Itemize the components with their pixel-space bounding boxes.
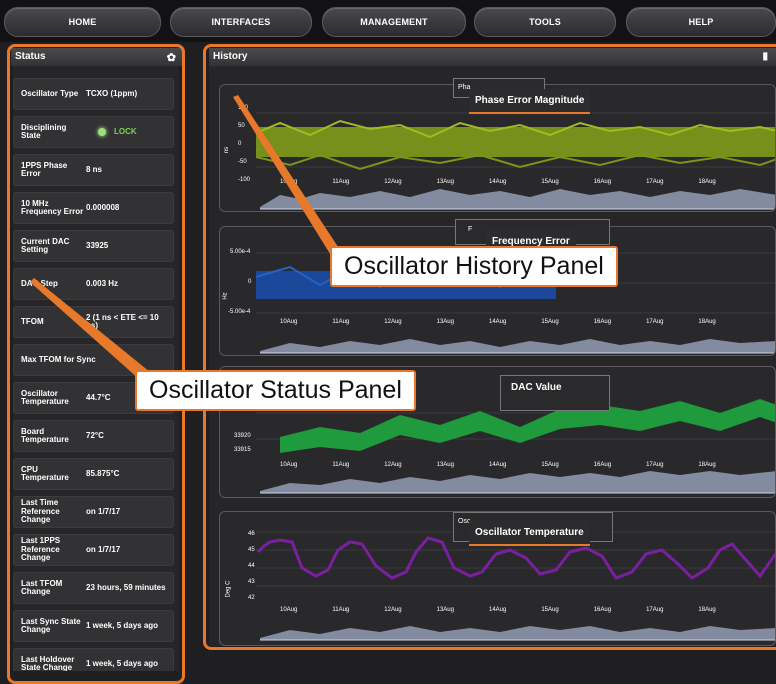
oscillator-history-panel-annotation: Oscillator History Panel (330, 246, 618, 287)
status-pointer (30, 278, 150, 380)
oscillator-status-panel-annotation: Oscillator Status Panel (135, 370, 416, 411)
history-pointer (233, 95, 350, 270)
annotation-pointers (30, 95, 350, 380)
